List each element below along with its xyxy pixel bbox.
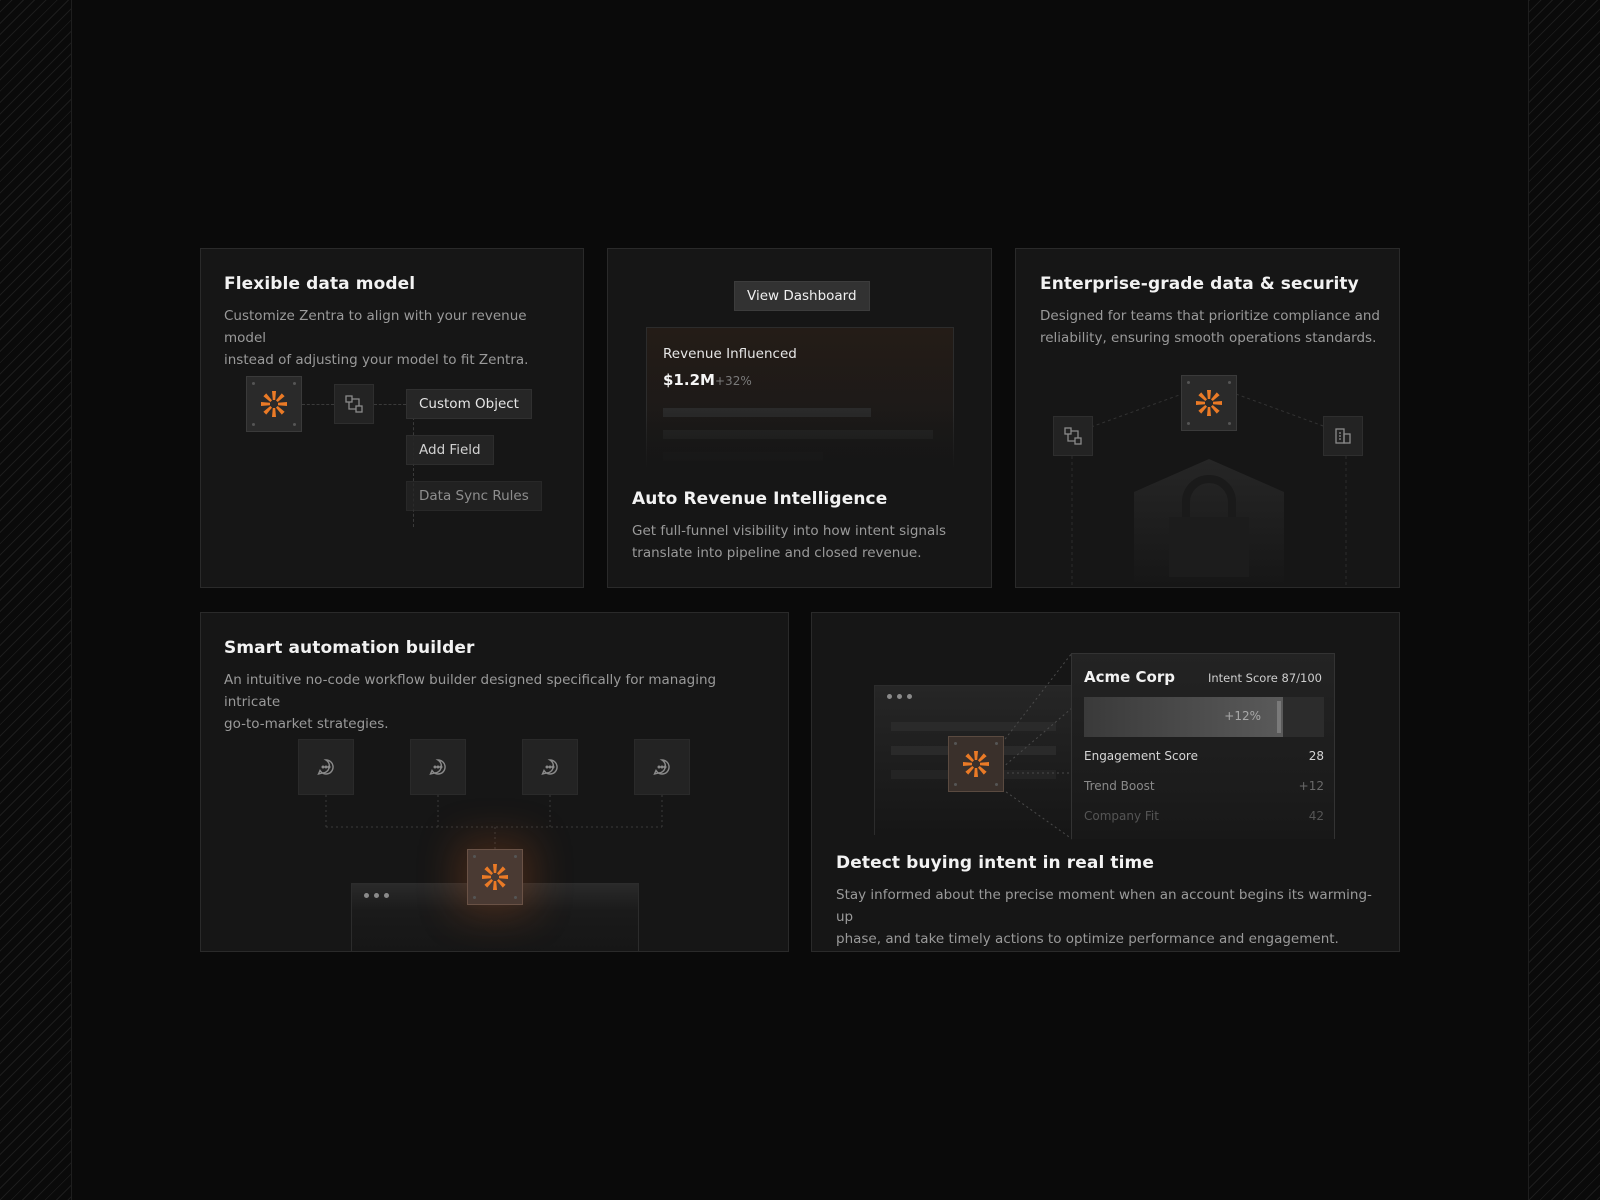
chip-data-sync-rules[interactable]: Data Sync Rules	[406, 481, 542, 511]
card-flexible-data-model: Flexible data model Customize Zentra to …	[200, 248, 584, 588]
object-icon	[334, 384, 374, 424]
view-dashboard-button[interactable]: View Dashboard	[734, 281, 870, 311]
card-title: Auto Revenue Intelligence	[632, 489, 888, 509]
card-auto-revenue-intelligence: View Dashboard Revenue Influenced $1.2M …	[607, 248, 992, 588]
metric-value: $1.2M	[663, 371, 715, 389]
zentra-logo-icon	[948, 736, 1004, 792]
metric-row: Company Fit 42	[1084, 809, 1324, 823]
card-enterprise-security: Enterprise-grade data & security Designe…	[1015, 248, 1400, 588]
chip-custom-object[interactable]: Custom Object	[406, 389, 532, 419]
metric-row-value: +12	[1298, 779, 1324, 793]
metric-row-label: Company Fit	[1084, 809, 1159, 823]
card-smart-automation-builder: Smart automation builder An intuitive no…	[200, 612, 789, 952]
metric-row-value: 28	[1308, 749, 1324, 763]
intent-panel: Acme Corp Intent Score 87/100 +12% Engag…	[1071, 653, 1335, 839]
zentra-logo-icon	[246, 376, 302, 432]
intent-score-bar: +12%	[1084, 697, 1324, 737]
lock-icon	[1134, 459, 1284, 587]
metric-row: Engagement Score 28	[1084, 749, 1324, 763]
chip-add-field[interactable]: Add Field	[406, 435, 494, 465]
intent-bar-change: +12%	[1224, 709, 1261, 723]
right-decorative-stripe	[1528, 0, 1600, 1200]
card-detect-buying-intent: Acme Corp Intent Score 87/100 +12% Engag…	[811, 612, 1400, 952]
card-description: Customize Zentra to align with your reve…	[224, 308, 529, 368]
metric-row-value: 42	[1308, 809, 1324, 823]
connector-line	[302, 404, 334, 405]
object-icon	[1053, 416, 1093, 456]
metric-label: Revenue Influenced	[663, 346, 797, 362]
card-title: Detect buying intent in real time	[836, 853, 1154, 873]
zentra-logo-icon	[1181, 375, 1237, 431]
building-icon	[1323, 416, 1363, 456]
metric-row-label: Engagement Score	[1084, 749, 1198, 763]
zentra-logo-icon	[467, 849, 523, 905]
left-decorative-stripe	[0, 0, 72, 1200]
intent-score-marker	[1277, 701, 1281, 733]
connector-line	[374, 404, 406, 405]
card-title: Flexible data model	[224, 274, 416, 294]
company-name: Acme Corp	[1084, 668, 1175, 686]
card-description: Stay informed about the precise moment w…	[836, 887, 1372, 947]
metric-row: Trend Boost +12	[1084, 779, 1324, 793]
card-description: Get full-funnel visibility into how inte…	[632, 523, 947, 561]
metric-change: +32%	[715, 374, 752, 388]
intent-score-label: Intent Score 87/100	[1207, 671, 1322, 685]
metric-row-label: Trend Boost	[1084, 779, 1155, 793]
